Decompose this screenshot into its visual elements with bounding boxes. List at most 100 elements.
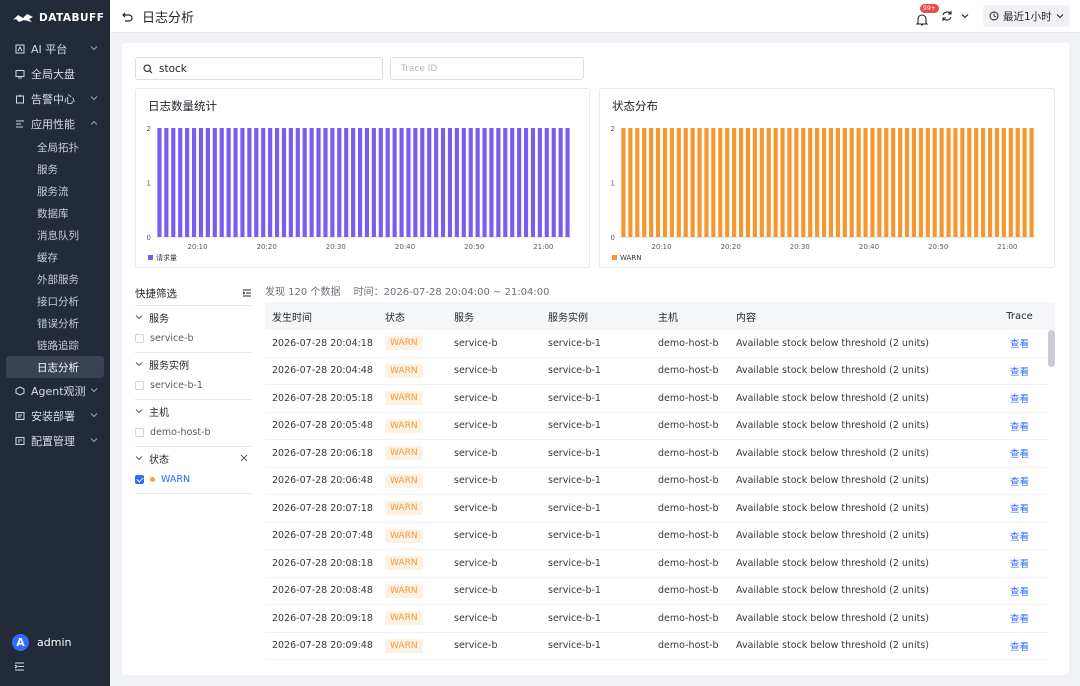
table-row[interactable]: 2026-07-28 20:05:48 WARN service-b service-… [265, 413, 1048, 440]
legend-label[interactable]: WARN [620, 254, 641, 262]
cell-status: WARN [385, 336, 454, 351]
cell-status: WARN [385, 363, 454, 378]
sidebar-item-3[interactable]: 数据库 [6, 202, 104, 224]
table-row[interactable]: 2026-07-28 20:06:18 WARN service-b service-… [265, 440, 1048, 468]
bar [344, 128, 349, 237]
sidebar-group-b1[interactable]: 安装部署 [0, 403, 110, 428]
table-row[interactable]: 2026-07-28 20:06:48 WARN service-b service-… [265, 468, 1048, 495]
filter-checkbox[interactable] [135, 474, 144, 484]
bar [413, 128, 418, 237]
sidebar-item-5[interactable]: 缓存 [6, 246, 104, 268]
clear-filter-icon[interactable] [240, 454, 248, 462]
legend-label[interactable]: 请求量 [156, 253, 177, 262]
table-row[interactable]: 2026-07-28 20:04:48 WARN service-b service-… [265, 358, 1048, 385]
view-trace-link[interactable]: 查看 [1010, 367, 1029, 378]
view-trace-link[interactable]: 查看 [1010, 477, 1029, 488]
filter-checkbox[interactable] [135, 427, 144, 437]
column-header: Trace [1006, 310, 1033, 322]
bar [773, 128, 778, 237]
search-input[interactable]: stock [135, 57, 383, 80]
filter-group-header[interactable]: 主机 [135, 400, 252, 422]
table-row[interactable]: 2026-07-28 20:08:48 WARN service-b service-… [265, 578, 1048, 605]
bar [420, 128, 425, 237]
sidebar-group-2[interactable]: 告警中心 [0, 86, 110, 111]
page-title: 日志分析 [142, 10, 195, 26]
bar [337, 128, 342, 237]
table-row[interactable]: 2026-07-28 20:07:48 WARN service-b service-… [265, 523, 1048, 550]
table-row[interactable]: 2026-07-28 20:09:48 WARN service-b service-… [265, 633, 1048, 660]
filter-option[interactable]: service-b [135, 328, 252, 348]
filter-option[interactable]: demo-host-b [135, 422, 252, 442]
view-trace-link[interactable]: 查看 [1010, 339, 1029, 350]
chevron-down-icon[interactable] [961, 12, 969, 20]
sidebar-item-1[interactable]: 服务 [6, 158, 104, 180]
table-row[interactable]: 2026-07-28 20:08:18 WARN service-b service-… [265, 550, 1048, 578]
brand-logo[interactable]: DATABUFF [0, 0, 110, 36]
view-trace-link[interactable]: 查看 [1010, 559, 1029, 570]
sidebar-item-9[interactable]: 链路追踪 [6, 334, 104, 356]
refresh-icon[interactable] [941, 10, 953, 22]
view-trace-link[interactable]: 查看 [1010, 449, 1029, 460]
cell-status: WARN [385, 556, 454, 571]
status-badge: WARN [385, 556, 423, 571]
filter-group: 主机 demo-host-b [135, 400, 252, 447]
result-summary: 发现 120 个数据 时间：2026-07-28 20:04:00 ~ 21:0… [265, 283, 550, 298]
view-trace-link[interactable]: 查看 [1010, 532, 1029, 543]
cell-time: 2026-07-28 20:07:48 [272, 530, 373, 542]
sidebar-group-b0[interactable]: Agent观测 [0, 378, 110, 403]
notification-button[interactable]: 99+ [915, 4, 939, 26]
sidebar-item-6[interactable]: 外部服务 [6, 268, 104, 290]
time-range-picker[interactable]: 最近1小时 [983, 5, 1070, 27]
filter-group-header[interactable]: 服务实例 [135, 353, 252, 375]
filter-group-header[interactable]: 状态 [135, 447, 252, 469]
filter-checkbox[interactable] [135, 380, 144, 390]
collapse-sidebar-icon[interactable] [14, 661, 25, 672]
trace-id-input[interactable]: Trace ID [390, 57, 584, 80]
bar [918, 128, 923, 237]
table-row[interactable]: 2026-07-28 20:05:18 WARN service-b service-… [265, 385, 1048, 413]
bar [649, 128, 654, 237]
alert-icon [16, 94, 24, 103]
cell-time: 2026-07-28 20:04:48 [272, 365, 373, 377]
bar [171, 128, 176, 237]
filter-group: 服务实例 service-b-1 [135, 353, 252, 400]
sidebar-group-b2[interactable]: 配置管理 [0, 428, 110, 453]
sidebar-group-1[interactable]: 全局大盘 [0, 61, 110, 86]
sidebar-item-8[interactable]: 错误分析 [6, 312, 104, 334]
filter-group-header[interactable]: 服务 [135, 306, 252, 328]
scrollbar[interactable] [1048, 330, 1055, 367]
back-icon[interactable] [122, 11, 133, 22]
sidebar-group-3[interactable]: 应用性能 [0, 111, 110, 136]
view-trace-link[interactable]: 查看 [1010, 422, 1029, 433]
sidebar-item-10[interactable]: 日志分析 [6, 356, 104, 378]
cell-host: demo-host-b [658, 365, 719, 377]
sidebar-item-4[interactable]: 消息队列 [6, 224, 104, 246]
table-row[interactable]: 2026-07-28 20:09:18 WARN service-b service-… [265, 605, 1048, 633]
filter-checkbox[interactable] [135, 333, 144, 343]
view-trace-link[interactable]: 查看 [1010, 394, 1029, 405]
view-trace-link[interactable]: 查看 [1010, 504, 1029, 515]
bar [718, 128, 723, 237]
sidebar-item-0[interactable]: 全局拓扑 [6, 136, 104, 158]
x-tick-label: 20:20 [257, 243, 277, 251]
bar [385, 128, 390, 237]
sidebar-group-label: 全局大盘 [31, 67, 75, 81]
bar [766, 128, 771, 237]
view-trace-link[interactable]: 查看 [1010, 642, 1029, 653]
bar [440, 128, 446, 237]
filter-collapse-icon[interactable] [242, 288, 252, 298]
bar [316, 128, 321, 237]
view-trace-link[interactable]: 查看 [1010, 587, 1029, 598]
table-row[interactable]: 2026-07-28 20:07:18 WARN service-b service-… [265, 495, 1048, 523]
user-profile[interactable]: A admin [12, 634, 71, 651]
sidebar-item-2[interactable]: 服务流 [6, 180, 104, 202]
bar [240, 128, 245, 237]
filter-option[interactable]: service-b-1 [135, 375, 252, 395]
view-trace-link[interactable]: 查看 [1010, 614, 1029, 625]
filter-option[interactable]: WARN [135, 469, 252, 489]
bar [371, 128, 376, 237]
table-row[interactable]: 2026-07-28 20:04:18 WARN service-b service-… [265, 330, 1048, 358]
sidebar-group-0[interactable]: AI 平台 [0, 36, 110, 61]
cell-host: demo-host-b [658, 612, 719, 624]
sidebar-item-7[interactable]: 接口分析 [6, 290, 104, 312]
